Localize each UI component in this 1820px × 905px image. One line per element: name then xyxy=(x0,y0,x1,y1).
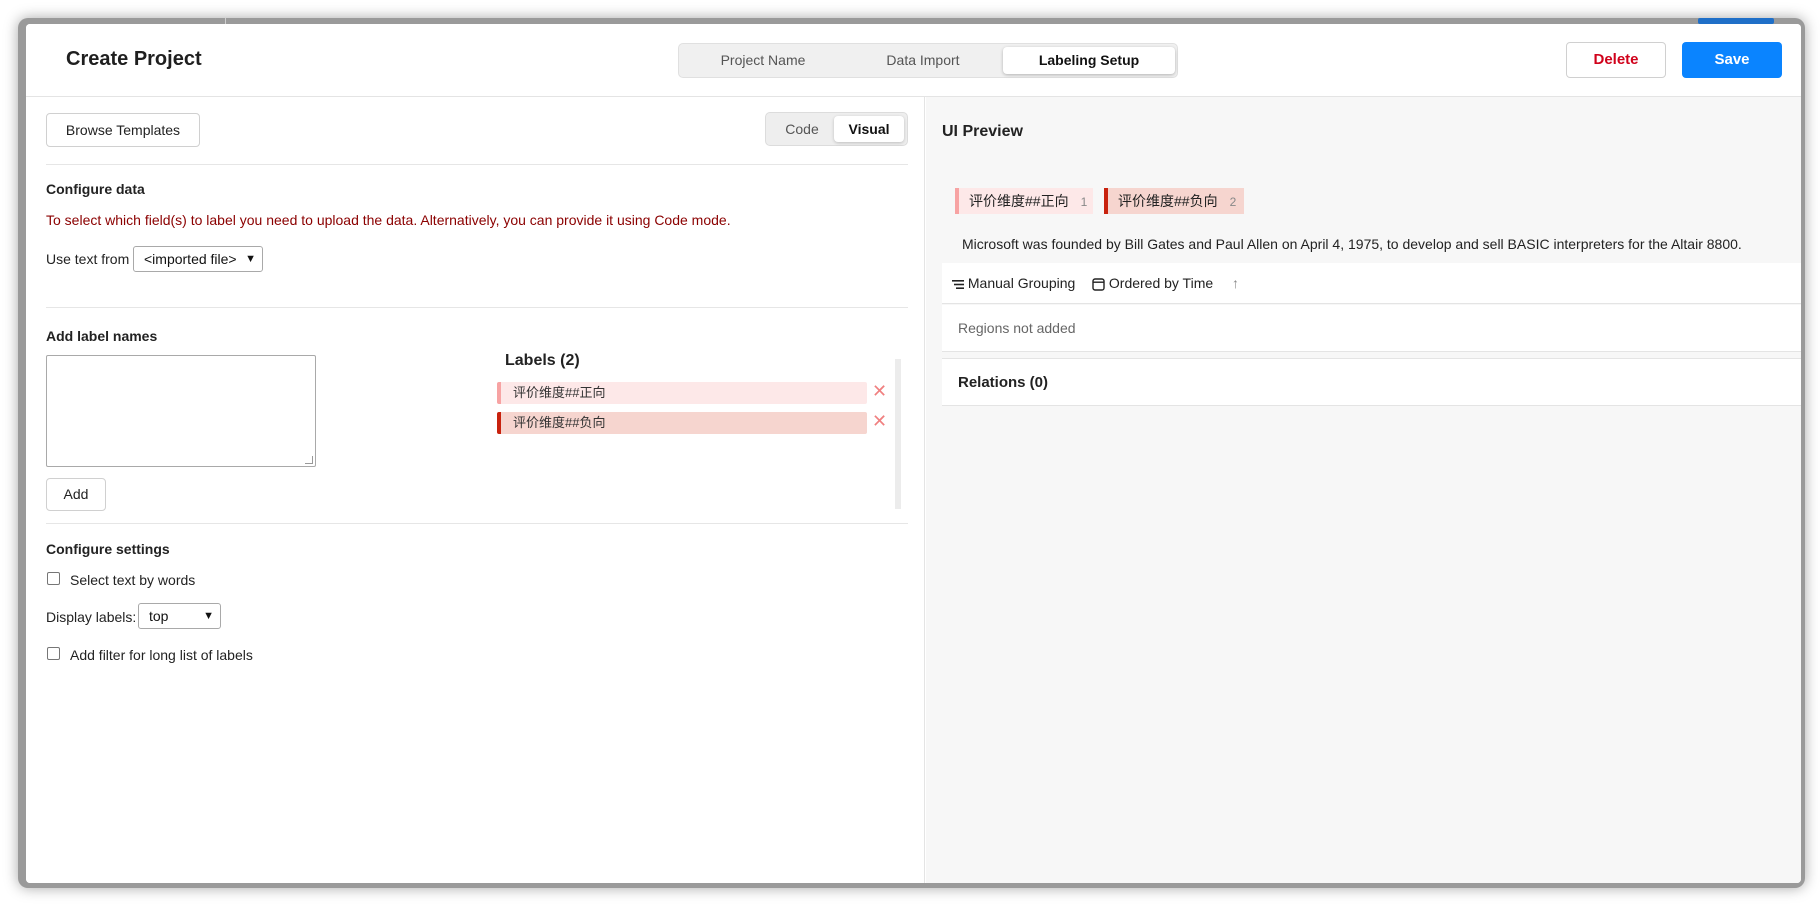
delete-button[interactable]: Delete xyxy=(1566,42,1666,78)
manual-grouping-label: Manual Grouping xyxy=(967,275,1076,291)
chip-hotkey: 1 xyxy=(1080,195,1088,209)
tab-data-import[interactable]: Data Import xyxy=(843,47,1003,74)
grouping-icon xyxy=(952,279,964,289)
arrow-up-icon[interactable]: ↑ xyxy=(1232,275,1239,291)
save-button[interactable]: Save xyxy=(1682,42,1782,78)
relations-title: Relations (0) xyxy=(958,374,1049,391)
select-by-words-label: Select text by words xyxy=(70,572,196,588)
remove-label-icon[interactable]: ✕ xyxy=(872,380,887,402)
chip-name: 评价维度##负向 xyxy=(1118,193,1218,209)
resize-handle-icon[interactable] xyxy=(305,456,313,464)
chip-name: 评价维度##正向 xyxy=(969,193,1069,209)
use-text-from-label: Use text from xyxy=(46,251,130,267)
preview-text[interactable]: Microsoft was founded by Bill Gates and … xyxy=(962,236,1742,252)
browse-templates-button[interactable]: Browse Templates xyxy=(46,113,200,147)
display-labels-value: top xyxy=(149,608,169,624)
configure-settings-title: Configure settings xyxy=(46,541,170,557)
divider xyxy=(46,164,908,165)
ordering-button[interactable]: Ordered by Time xyxy=(1092,275,1213,291)
mode-toggle: Code Visual xyxy=(765,112,908,146)
divider xyxy=(46,307,908,308)
mode-code-tab[interactable]: Code xyxy=(770,116,834,142)
page-title: Create Project xyxy=(66,48,202,70)
add-label-button[interactable]: Add xyxy=(46,478,106,511)
tab-project-name[interactable]: Project Name xyxy=(683,47,843,74)
use-text-from-value: <imported file> xyxy=(144,251,237,267)
configure-data-title: Configure data xyxy=(46,181,145,197)
filter-labels-label: Add filter for long list of labels xyxy=(70,647,253,663)
display-labels-label: Display labels: xyxy=(46,609,137,625)
ordering-label: Ordered by Time xyxy=(1108,275,1214,291)
chevron-down-icon: ▼ xyxy=(203,610,214,622)
select-by-words-checkbox[interactable] xyxy=(47,572,60,585)
label-item-positive[interactable]: 评价维度##正向 xyxy=(497,382,867,404)
regions-toolbar: Manual Grouping Ordered by Time ↑ xyxy=(942,263,1801,304)
add-label-names-title: Add label names xyxy=(46,328,158,344)
label-names-textarea[interactable] xyxy=(46,355,316,467)
display-labels-select[interactable]: top ▼ xyxy=(138,603,221,629)
tab-labeling-setup[interactable]: Labeling Setup xyxy=(1003,47,1175,74)
preview-label-chip-positive[interactable]: 评价维度##正向 1 xyxy=(955,188,1093,214)
upload-warning: To select which field(s) to label you ne… xyxy=(46,212,731,228)
label-item-negative[interactable]: 评价维度##负向 xyxy=(497,412,867,434)
label-item-name: 评价维度##正向 xyxy=(513,385,606,400)
regions-empty-text: Regions not added xyxy=(958,320,1076,336)
use-text-from-select[interactable]: <imported file> ▼ xyxy=(133,246,263,272)
ui-preview-panel: UI Preview 评价维度##正向 1 评价维度##负向 2 Microsoft… xyxy=(926,97,1801,883)
chip-hotkey: 2 xyxy=(1229,195,1237,209)
preview-title: UI Preview xyxy=(942,123,1023,140)
relations-section[interactable]: Relations (0) xyxy=(942,358,1801,406)
labels-title: Labels (2) xyxy=(505,352,580,369)
step-tabs: Project Name Data Import Labeling Setup xyxy=(678,43,1178,78)
labels-scrollbar[interactable] xyxy=(895,359,901,509)
remove-label-icon[interactable]: ✕ xyxy=(872,410,887,432)
mode-visual-tab[interactable]: Visual xyxy=(834,116,904,142)
chevron-down-icon: ▼ xyxy=(245,253,256,265)
manual-grouping-button[interactable]: Manual Grouping xyxy=(952,275,1075,291)
preview-label-chip-negative[interactable]: 评价维度##负向 2 xyxy=(1104,188,1244,214)
divider xyxy=(46,523,908,524)
create-project-modal: Create Project Project Name Data Import … xyxy=(26,24,1801,883)
regions-list: Regions not added xyxy=(942,305,1801,352)
label-item-name: 评价维度##负向 xyxy=(513,415,606,430)
modal-header: Create Project Project Name Data Import … xyxy=(26,24,1801,97)
calendar-icon xyxy=(1092,278,1105,291)
config-panel: Browse Templates Code Visual Configure d… xyxy=(26,97,925,883)
filter-labels-checkbox[interactable] xyxy=(47,647,60,660)
